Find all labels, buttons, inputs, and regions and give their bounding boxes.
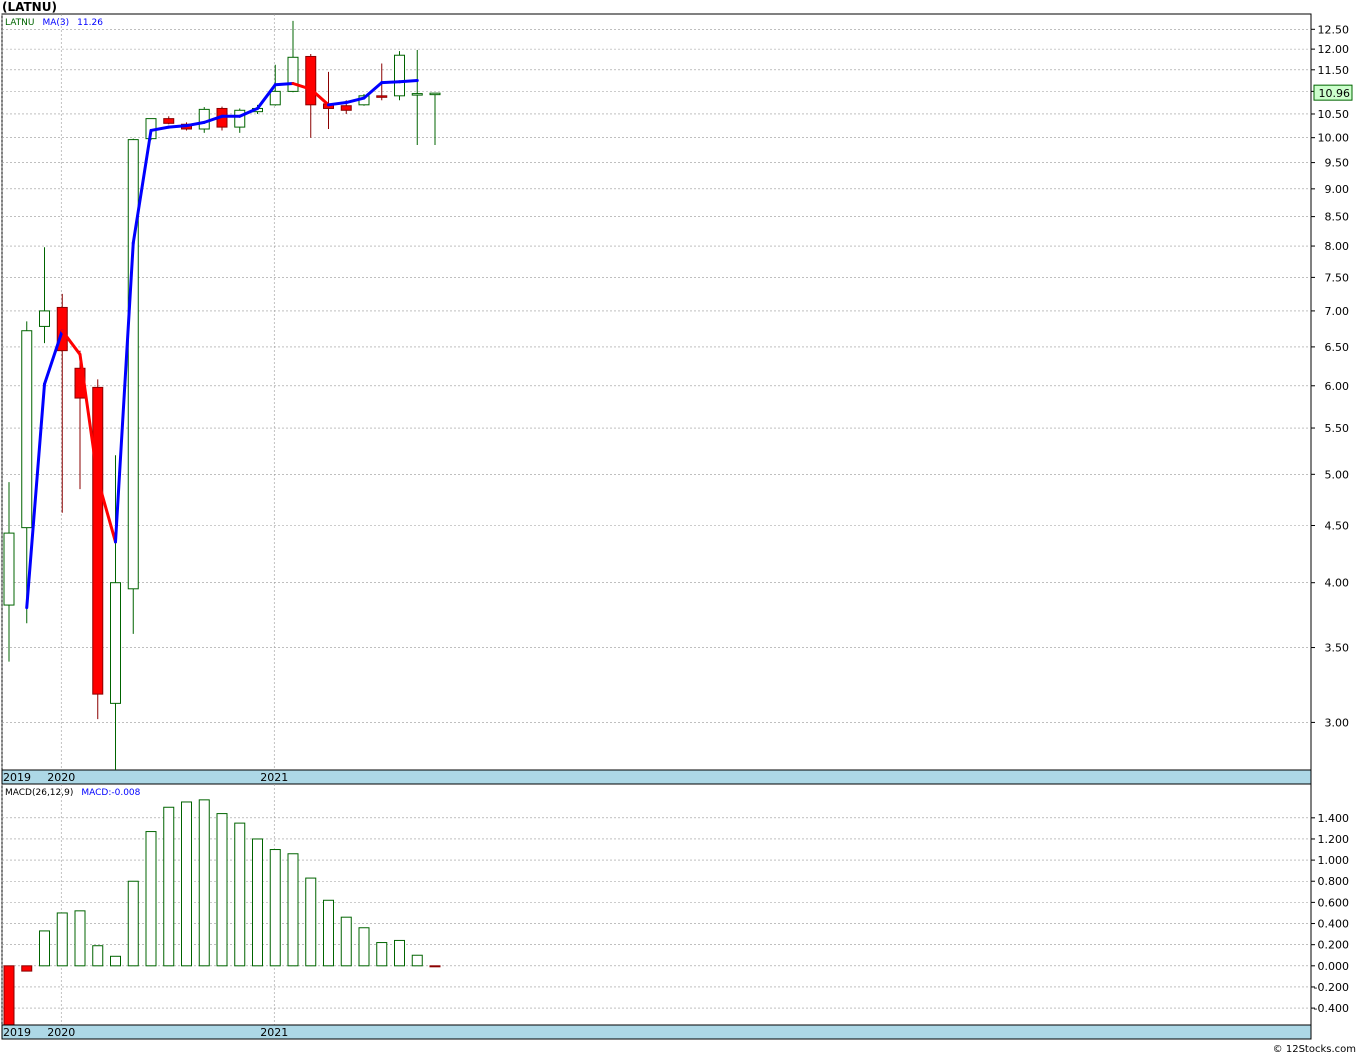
macd-bar-positive (269, 849, 281, 967)
ma-line-segment (380, 80, 401, 85)
legend-ticker: LATNU (5, 18, 35, 28)
price-tick-label: 10.00 (1318, 132, 1350, 145)
candle-up (39, 310, 50, 327)
macd-tick-label: -0.400 (1314, 1002, 1349, 1015)
macd-bar-positive (56, 912, 68, 967)
macd-tick-label: 0.200 (1318, 939, 1350, 952)
candle-up (21, 330, 33, 529)
price-date-label: 2020 (47, 771, 75, 784)
candle-up (110, 582, 121, 704)
macd-date-band (1, 1024, 1312, 1040)
candle-up (198, 108, 210, 130)
macd-bar-positive (358, 927, 370, 967)
price-date-label: 2019 (3, 771, 31, 784)
candle-up (394, 54, 405, 97)
legend-ma-value: 11.26 (77, 18, 103, 28)
price-tick-label: 4.50 (1325, 519, 1350, 532)
macd-date-label: 2020 (47, 1026, 75, 1039)
macd-date-label: 2019 (3, 1026, 31, 1039)
macd-tick-label: 1.400 (1318, 812, 1350, 825)
macd-bar-positive (145, 831, 157, 967)
macd-bar-positive (198, 799, 210, 967)
macd-bar-positive (340, 916, 352, 967)
price-plot-area (1, 13, 1312, 771)
price-tick-label: 9.00 (1325, 183, 1350, 196)
price-tick-label: 5.50 (1325, 422, 1350, 435)
price-tick-label: 9.50 (1325, 157, 1350, 170)
price-legend: LATNU MA(3) 11.26 (5, 18, 103, 28)
macd-bar-negative (21, 965, 33, 972)
price-tick-label: 11.50 (1318, 64, 1350, 77)
macd-bar-positive (376, 942, 388, 967)
candle-down (305, 55, 317, 106)
macd-tick-label: 1.200 (1318, 833, 1350, 846)
macd-bar-positive (92, 945, 104, 967)
macd-tick-label: 0.000 (1318, 960, 1350, 973)
price-tick-label: 5.00 (1325, 468, 1350, 481)
macd-bar-negative (429, 965, 441, 968)
macd-bar-positive (252, 838, 263, 967)
price-tick-label: 8.50 (1325, 211, 1350, 224)
price-panel: 3.00 3.50 4.00 4.50 5.00 5.50 6.00 6.50 7.00 7.50… (1, 13, 1353, 785)
macd-bar-positive (287, 853, 299, 967)
legend-ma-label: MA(3) (43, 18, 70, 28)
macd-tick-label: -0.200 (1314, 981, 1349, 994)
candle-down (340, 105, 352, 111)
price-tick-label: 7.50 (1325, 271, 1350, 284)
price-tick-label: 12.50 (1318, 23, 1350, 36)
candle-up (429, 92, 441, 96)
candle-up (287, 56, 299, 92)
candle-up (3, 532, 15, 606)
macd-tick-label: 0.600 (1318, 896, 1350, 909)
last-price-label: 10.96 (1319, 87, 1351, 100)
macd-bar-positive (234, 822, 246, 967)
candle-down (163, 118, 175, 124)
price-tick-label: 7.00 (1325, 305, 1350, 318)
macd-bar-positive (74, 910, 86, 967)
price-date-band (1, 769, 1312, 785)
macd-bar-positive (411, 954, 423, 967)
copyright-footer: © 12Stocks.com (1272, 1044, 1356, 1055)
macd-bar-negative (3, 965, 15, 1026)
macd-legend-value: MACD:-0.008 (81, 788, 140, 798)
macd-legend: MACD(26,12,9) MACD:-0.008 (5, 788, 141, 798)
candle-up (269, 90, 281, 106)
price-tick-label: 12.00 (1318, 43, 1350, 56)
macd-tick-label: 0.400 (1318, 918, 1350, 931)
price-tick-label: 4.00 (1325, 577, 1350, 590)
price-tick-label: 6.50 (1325, 341, 1350, 354)
price-date-label: 2021 (260, 771, 288, 784)
macd-bar-positive (323, 899, 334, 967)
macd-bar-positive (216, 813, 228, 967)
macd-plot-area (1, 783, 1312, 1026)
candle-up (127, 139, 139, 590)
macd-panel: -0.400 -0.200 0.000 0.200 0.400 0.600 0.800 1.0… (1, 783, 1350, 1040)
macd-bar-positive (181, 801, 192, 967)
candle-down (92, 386, 104, 695)
ma-line-segment (273, 82, 295, 87)
macd-date-label: 2021 (260, 1026, 288, 1039)
macd-bar-positive (39, 930, 50, 967)
candle-up (234, 109, 246, 128)
macd-bar-positive (127, 880, 139, 967)
macd-tick-label: 1.000 (1318, 854, 1350, 867)
macd-bar-positive (305, 877, 317, 967)
chart-canvas: 3.00 3.50 4.00 4.50 5.00 5.50 6.00 6.50 7.00 7.50… (1, 13, 1353, 1040)
macd-bar-positive (163, 806, 175, 967)
price-tick-label: 6.00 (1325, 380, 1350, 393)
price-tick-label: 3.00 (1325, 716, 1350, 729)
macd-bar-positive (394, 939, 405, 967)
candle-up (411, 93, 423, 96)
ma-line-segment (398, 78, 419, 84)
price-tick-label: 8.00 (1325, 240, 1350, 253)
price-tick-label: 3.50 (1325, 642, 1350, 655)
macd-legend-label: MACD(26,12,9) (5, 788, 73, 798)
macd-tick-label: 0.800 (1318, 875, 1350, 888)
price-tick-label: 10.50 (1318, 108, 1350, 121)
candle-down (376, 95, 388, 98)
macd-bar-positive (110, 955, 121, 967)
ma-line-segment (167, 124, 188, 129)
